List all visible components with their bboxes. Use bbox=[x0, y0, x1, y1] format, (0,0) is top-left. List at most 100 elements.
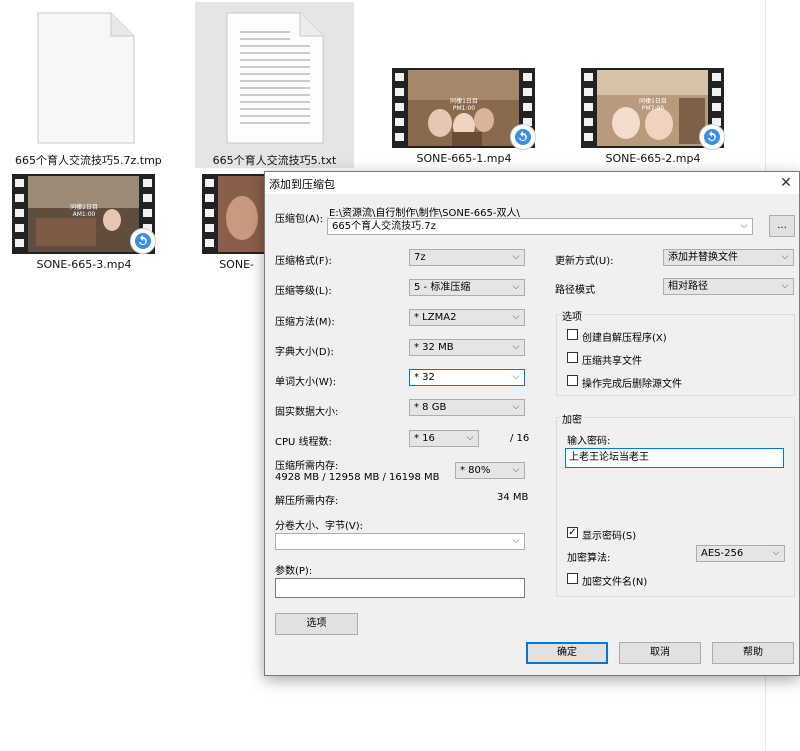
password-input[interactable]: 上老王论坛当老王 bbox=[565, 448, 784, 468]
chevron-down-icon: ⌵ bbox=[772, 548, 780, 558]
replay-icon bbox=[130, 228, 156, 254]
dict-value: * 32 MB bbox=[414, 342, 454, 353]
split-label: 分卷大小、字节(V): bbox=[275, 521, 364, 532]
sfx-label: 创建自解压程序(X) bbox=[582, 333, 667, 344]
close-icon[interactable]: ✕ bbox=[777, 174, 795, 192]
cpu-select[interactable]: * 16 ⌵ bbox=[409, 430, 479, 447]
video-overlay-text: 同棲2日目 AM1:00 bbox=[70, 204, 98, 218]
cancel-button[interactable]: 取消 bbox=[619, 642, 701, 664]
dialog-title: 添加到压缩包 bbox=[269, 178, 335, 191]
cpu-total: / 16 bbox=[510, 433, 530, 444]
level-value: 5 - 标准压缩 bbox=[414, 282, 471, 293]
enc-method-label: 加密算法: bbox=[567, 553, 611, 564]
params-input[interactable] bbox=[275, 578, 525, 598]
path-select[interactable]: 相对路径 ⌵ bbox=[663, 278, 794, 295]
cpu-label: CPU 线程数: bbox=[275, 437, 332, 448]
options-group-title: 选项 bbox=[560, 308, 584, 323]
decomp-value: 34 MB bbox=[497, 492, 529, 503]
format-value: 7z bbox=[414, 252, 426, 263]
ok-button[interactable]: 确定 bbox=[526, 642, 608, 664]
shared-checkbox[interactable] bbox=[567, 352, 578, 363]
encryption-group-title: 加密 bbox=[560, 411, 584, 426]
archive-label: 压缩包(A): bbox=[275, 214, 324, 225]
mem-label: 压缩所需内存: bbox=[275, 461, 339, 472]
solid-value: * 8 GB bbox=[414, 402, 447, 413]
delete-checkbox[interactable] bbox=[567, 375, 578, 386]
browse-button[interactable]: ... bbox=[769, 215, 795, 237]
file-name: SONE-665-3.mp4 bbox=[36, 258, 132, 271]
replay-icon bbox=[699, 124, 725, 150]
solid-label: 固实数据大小: bbox=[275, 407, 339, 418]
chevron-down-icon[interactable]: ⌵ bbox=[739, 219, 749, 234]
word-value: * 32 bbox=[414, 372, 435, 383]
file-item-txt[interactable]: 665个育人交流技巧5.txt bbox=[195, 2, 354, 168]
add-to-archive-dialog: 添加到压缩包 ✕ 压缩包(A): E:\资源流\自行制作\制作\SONE-665… bbox=[264, 171, 800, 676]
encrypt-names-label: 加密文件名(N) bbox=[582, 577, 648, 588]
shared-label: 压缩共享文件 bbox=[582, 356, 642, 367]
file-item-tmp[interactable]: 665个育人交流技巧5.7z.tmp bbox=[15, 4, 162, 168]
method-label: 压缩方法(M): bbox=[275, 317, 335, 328]
delete-label: 操作完成后删除源文件 bbox=[582, 379, 682, 390]
text-document-icon bbox=[226, 12, 324, 144]
file-item-video-1[interactable]: 同棲1日目 PM1:00 SONE-665-1.mp4 bbox=[385, 60, 543, 170]
file-item-video-2[interactable]: 同棲1日目 PM7:00 SONE-665-2.mp4 bbox=[574, 60, 732, 170]
level-label: 压缩等级(L): bbox=[275, 286, 332, 297]
chevron-down-icon: ⌵ bbox=[466, 433, 474, 443]
word-label: 单词大小(W): bbox=[275, 377, 337, 388]
enc-method-value: AES-256 bbox=[701, 548, 744, 559]
options-button[interactable]: 选项 bbox=[275, 613, 358, 635]
format-label: 压缩格式(F): bbox=[275, 256, 332, 267]
chevron-down-icon: ⌵ bbox=[781, 252, 789, 262]
help-button[interactable]: 帮助 bbox=[712, 642, 794, 664]
word-select[interactable]: * 32 ⌵ bbox=[409, 369, 525, 386]
chevron-down-icon: ⌵ bbox=[512, 402, 520, 412]
dict-label: 字典大小(D): bbox=[275, 347, 334, 358]
password-label: 输入密码: bbox=[567, 436, 611, 447]
decomp-label: 解压所需内存: bbox=[275, 496, 339, 507]
dialog-titlebar: 添加到压缩包 ✕ bbox=[265, 172, 799, 194]
chevron-down-icon: ⌵ bbox=[512, 252, 520, 262]
sfx-checkbox[interactable] bbox=[567, 329, 578, 340]
document-icon bbox=[37, 12, 135, 144]
chevron-down-icon: ⌵ bbox=[512, 342, 520, 352]
cpu-value: * 16 bbox=[414, 433, 435, 444]
video-overlay-text: 同棲1日目 PM1:00 bbox=[450, 98, 478, 112]
dict-select[interactable]: * 32 MB ⌵ bbox=[409, 339, 525, 356]
encrypt-names-checkbox[interactable] bbox=[567, 573, 578, 584]
chevron-down-icon: ⌵ bbox=[512, 465, 520, 475]
video-overlay-text: 同棲1日目 PM7:00 bbox=[639, 98, 667, 112]
chevron-down-icon: ⌵ bbox=[781, 281, 789, 291]
enc-method-select[interactable]: AES-256 ⌵ bbox=[696, 545, 785, 562]
mem-select[interactable]: * 80% ⌵ bbox=[455, 462, 525, 479]
mem-detail: 4928 MB / 12958 MB / 16198 MB bbox=[275, 472, 440, 483]
params-label: 参数(P): bbox=[275, 566, 313, 577]
path-value: 相对路径 bbox=[668, 281, 708, 292]
replay-icon bbox=[510, 124, 536, 150]
chevron-down-icon: ⌵ bbox=[512, 536, 520, 546]
mem-value: * 80% bbox=[460, 465, 491, 476]
archive-path: E:\资源流\自行制作\制作\SONE-665-双人\ bbox=[329, 208, 520, 219]
archive-name-value: 665个育人交流技巧.7z bbox=[332, 221, 436, 232]
show-password-checkbox[interactable]: ✓ bbox=[567, 527, 578, 538]
file-name: SONE- bbox=[219, 258, 254, 271]
format-select[interactable]: 7z ⌵ bbox=[409, 249, 525, 266]
file-name: SONE-665-2.mp4 bbox=[605, 152, 701, 165]
archive-name-combo[interactable]: 665个育人交流技巧.7z ⌵ bbox=[327, 218, 753, 235]
file-item-video-3[interactable]: 同棲2日目 AM1:00 SONE-665-3.mp4 bbox=[5, 166, 163, 276]
video-thumbnail bbox=[202, 174, 265, 254]
chevron-down-icon: ⌵ bbox=[512, 372, 520, 382]
update-label: 更新方式(U): bbox=[555, 256, 614, 267]
solid-select[interactable]: * 8 GB ⌵ bbox=[409, 399, 525, 416]
method-select[interactable]: * LZMA2 ⌵ bbox=[409, 309, 525, 326]
chevron-down-icon: ⌵ bbox=[512, 312, 520, 322]
split-select[interactable]: ⌵ bbox=[275, 533, 525, 550]
file-name: SONE-665-1.mp4 bbox=[416, 152, 512, 165]
method-value: * LZMA2 bbox=[414, 312, 457, 323]
file-item-video-4[interactable]: SONE- bbox=[195, 166, 265, 276]
path-label: 路径模式 bbox=[555, 285, 595, 296]
show-password-label: 显示密码(S) bbox=[582, 531, 637, 542]
update-value: 添加并替换文件 bbox=[668, 252, 738, 263]
update-select[interactable]: 添加并替换文件 ⌵ bbox=[663, 249, 794, 266]
chevron-down-icon: ⌵ bbox=[512, 282, 520, 292]
level-select[interactable]: 5 - 标准压缩 ⌵ bbox=[409, 279, 525, 296]
